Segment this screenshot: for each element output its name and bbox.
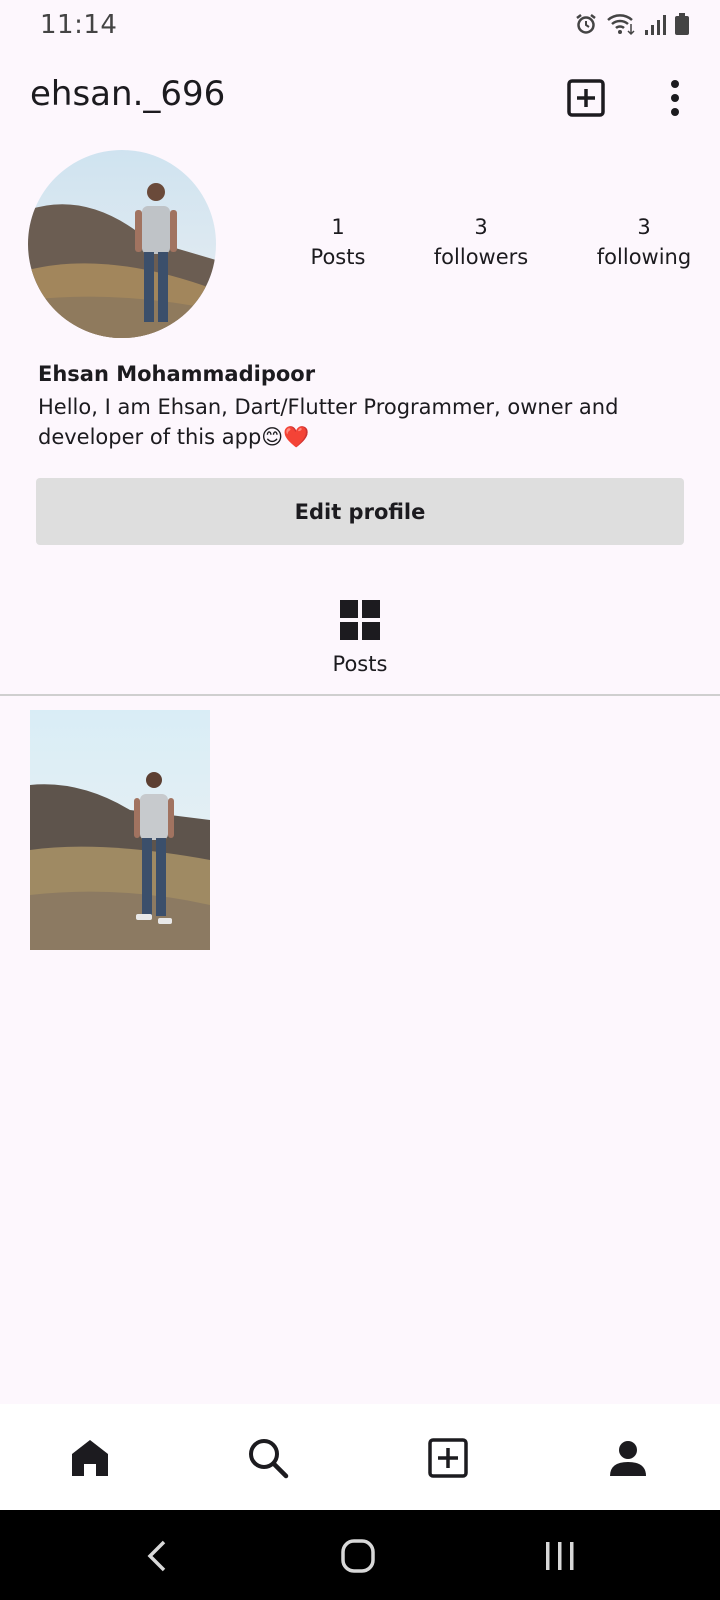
profile-bio: Hello, I am Ehsan, Dart/Flutter Programm… — [38, 395, 619, 449]
system-home-button[interactable] — [340, 1538, 376, 1578]
back-icon — [147, 1540, 166, 1572]
stat-followers-label: followers — [433, 245, 529, 269]
nav-profile-button[interactable] — [606, 1436, 650, 1480]
add-box-icon — [567, 79, 605, 117]
nav-search-button[interactable] — [246, 1436, 290, 1480]
stat-following[interactable]: 3 following — [584, 212, 704, 272]
system-navigation-bar — [0, 1510, 720, 1600]
stat-followers-count: 3 — [474, 215, 488, 239]
more-options-button[interactable] — [660, 78, 690, 118]
stat-posts[interactable]: 1 Posts — [288, 212, 388, 272]
nav-home-button[interactable] — [68, 1436, 112, 1480]
profile-username: ehsan._696 — [30, 74, 226, 114]
tab-posts-label: Posts — [332, 652, 388, 676]
home-circle-icon — [341, 1539, 375, 1573]
add-box-icon — [428, 1438, 468, 1478]
more-vert-icon — [671, 80, 679, 116]
profile-full-name: Ehsan Mohammadipoor — [38, 362, 316, 386]
stat-following-label: following — [596, 245, 692, 269]
stat-followers[interactable]: 3 followers — [421, 212, 541, 272]
status-time: 11:14 — [40, 10, 118, 40]
tab-divider — [0, 694, 720, 696]
battery-icon — [675, 13, 689, 35]
status-icons — [574, 12, 690, 36]
man-on-hillside-photo — [30, 710, 210, 950]
grid-icon — [340, 600, 380, 640]
wifi-icon — [607, 14, 635, 36]
avatar[interactable] — [28, 150, 216, 338]
search-icon — [249, 1439, 289, 1479]
add-post-button[interactable] — [566, 78, 606, 118]
bottom-navigation — [0, 1404, 720, 1510]
stat-following-count: 3 — [637, 215, 651, 239]
home-icon — [72, 1440, 108, 1476]
profile-photo — [28, 150, 216, 338]
system-recents-button[interactable] — [542, 1538, 578, 1578]
stat-posts-label: Posts — [310, 245, 366, 269]
alarm-icon — [576, 14, 596, 34]
signal-icon — [645, 15, 666, 35]
post-thumbnail[interactable] — [30, 710, 210, 950]
recents-icon — [546, 1542, 574, 1570]
nav-add-button[interactable] — [426, 1436, 470, 1480]
edit-profile-button[interactable]: Edit profile — [36, 478, 684, 545]
stat-posts-count: 1 — [331, 215, 345, 239]
tab-posts[interactable]: Posts — [310, 598, 410, 680]
person-icon — [610, 1441, 646, 1476]
system-back-button[interactable] — [142, 1538, 172, 1578]
